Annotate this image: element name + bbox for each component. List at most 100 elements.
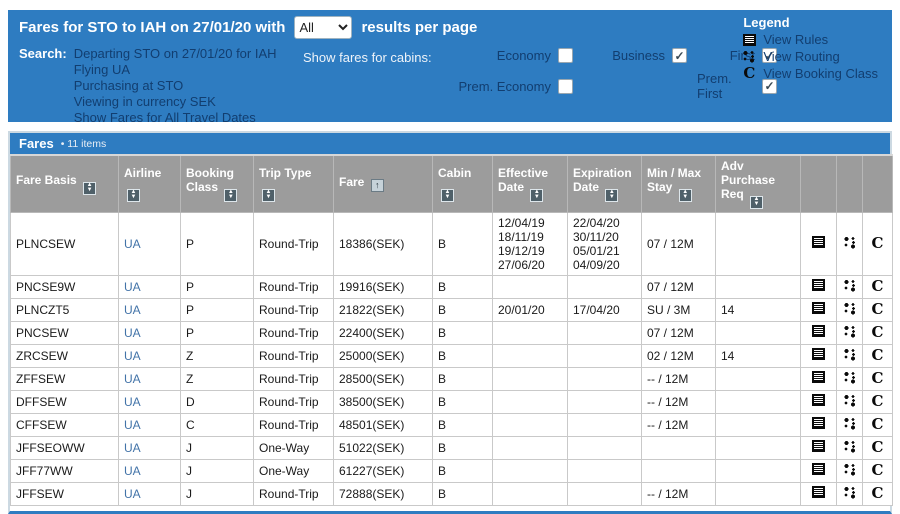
view-booking-class-icon[interactable]: C <box>872 484 884 502</box>
adv-purchase-cell: 14 <box>716 298 801 321</box>
booking-class-cell: C <box>181 413 254 436</box>
fare-amount-cell: 51022(SEK) <box>334 436 433 459</box>
fare-basis-cell: ZRCSEW <box>11 344 119 367</box>
cabin-cell-value: B <box>433 321 493 344</box>
view-booking-class-icon[interactable]: C <box>872 438 884 456</box>
view-booking-class-cell: C <box>863 390 893 413</box>
airline-link[interactable]: UA <box>124 326 141 340</box>
sort-icon[interactable]: ▲▼ <box>530 189 543 202</box>
legend-item-label: View Booking Class <box>763 66 878 81</box>
view-routing-cell <box>837 459 863 482</box>
column-header-min-max-stay[interactable]: Min / Max Stay ▲▼ <box>642 155 716 212</box>
view-booking-class-icon[interactable]: C <box>872 234 884 252</box>
airline-cell: UA <box>119 321 181 344</box>
view-rules-icon[interactable] <box>812 440 825 452</box>
view-routing-icon[interactable] <box>843 325 857 338</box>
view-rules-icon[interactable] <box>812 463 825 475</box>
airline-link[interactable]: UA <box>124 237 141 251</box>
column-header-effective-date[interactable]: Effective Date ▲▼ <box>493 155 568 212</box>
search-summary-line: Purchasing at STO <box>74 78 277 94</box>
view-rules-icon[interactable] <box>812 371 825 383</box>
min-max-stay-cell: 07 / 12M <box>642 275 716 298</box>
cabin-checkbox-business[interactable]: ✓ <box>672 48 687 63</box>
airline-link[interactable]: UA <box>124 303 141 317</box>
view-routing-icon[interactable] <box>843 348 857 361</box>
column-header-cabin[interactable]: Cabin ▲▼ <box>433 155 493 212</box>
view-booking-class-icon[interactable]: C <box>872 346 884 364</box>
fare-row: PLNCSEWUAPRound-Trip18386(SEK)B12/04/19 … <box>11 212 893 275</box>
cabin-checkbox-economy[interactable] <box>558 48 573 63</box>
view-rules-icon[interactable] <box>812 279 825 291</box>
airline-link[interactable]: UA <box>124 441 141 455</box>
view-rules-icon[interactable] <box>812 417 825 429</box>
search-summary-line: Departing STO on 27/01/20 for IAH <box>74 46 277 62</box>
view-routing-icon[interactable] <box>843 394 857 407</box>
sort-icon[interactable]: ▲▼ <box>605 189 618 202</box>
view-routing-icon[interactable] <box>843 302 857 315</box>
effective-date-cell <box>493 275 568 298</box>
sort-asc-icon[interactable]: ↑ <box>371 179 384 192</box>
sort-icon[interactable]: ▲▼ <box>262 189 275 202</box>
airline-link[interactable]: UA <box>124 395 141 409</box>
view-booking-class-icon: C <box>743 67 755 80</box>
view-routing-cell <box>837 413 863 436</box>
view-rules-icon[interactable] <box>812 348 825 360</box>
column-header-fare[interactable]: Fare ↑ <box>334 155 433 212</box>
view-booking-class-icon[interactable]: C <box>872 300 884 318</box>
view-routing-icon[interactable] <box>843 236 857 249</box>
view-routing-icon[interactable] <box>843 371 857 384</box>
sort-icon[interactable]: ▲▼ <box>83 182 96 195</box>
column-header-airline[interactable]: Airline ▲▼ <box>119 155 181 212</box>
airline-link[interactable]: UA <box>124 487 141 501</box>
sort-icon[interactable]: ▲▼ <box>224 189 237 202</box>
column-header-fare-basis[interactable]: Fare Basis ▲▼ <box>11 155 119 212</box>
view-rules-icon[interactable] <box>812 302 825 314</box>
view-booking-class-icon[interactable]: C <box>872 369 884 387</box>
airline-link[interactable]: UA <box>124 349 141 363</box>
view-booking-class-cell: C <box>863 367 893 390</box>
view-rules-cell <box>801 482 837 505</box>
column-header-adv-purchase-req[interactable]: Adv Purchase Req ▲▼ <box>716 155 801 212</box>
column-header-trip-type[interactable]: Trip Type ▲▼ <box>254 155 334 212</box>
view-rules-icon[interactable] <box>812 394 825 406</box>
column-header-booking-class[interactable]: Booking Class ▲▼ <box>181 155 254 212</box>
airline-link[interactable]: UA <box>124 280 141 294</box>
sort-icon[interactable]: ▲▼ <box>750 196 763 209</box>
sort-icon[interactable]: ▲▼ <box>127 189 140 202</box>
airline-link[interactable]: UA <box>124 372 141 386</box>
effective-date-cell: 12/04/19 18/11/19 19/12/19 27/06/20 <box>493 212 568 275</box>
view-rules-cell <box>801 344 837 367</box>
cabin-checkbox-prem-economy[interactable] <box>558 79 573 94</box>
airline-cell: UA <box>119 298 181 321</box>
sort-icon[interactable]: ▲▼ <box>679 189 692 202</box>
expiration-date-cell <box>568 275 642 298</box>
fares-items-count: • 11 items <box>61 138 107 150</box>
airline-cell: UA <box>119 436 181 459</box>
booking-class-cell: J <box>181 482 254 505</box>
view-rules-cell <box>801 367 837 390</box>
view-booking-class-icon[interactable]: C <box>872 392 884 410</box>
view-booking-class-icon[interactable]: C <box>872 323 884 341</box>
view-routing-icon[interactable] <box>843 440 857 453</box>
view-booking-class-icon[interactable]: C <box>872 461 884 479</box>
column-header-expiration-date[interactable]: Expiration Date ▲▼ <box>568 155 642 212</box>
view-routing-icon[interactable] <box>843 417 857 430</box>
adv-purchase-cell <box>716 459 801 482</box>
view-rules-icon[interactable] <box>812 486 825 498</box>
view-routing-icon[interactable] <box>843 463 857 476</box>
airline-link[interactable]: UA <box>124 464 141 478</box>
view-routing-icon[interactable] <box>843 279 857 292</box>
view-booking-class-cell: C <box>863 321 893 344</box>
effective-date-cell <box>493 459 568 482</box>
fares-section-title: Fares <box>19 136 54 151</box>
view-routing-cell <box>837 344 863 367</box>
view-rules-icon[interactable] <box>812 236 825 248</box>
view-booking-class-icon[interactable]: C <box>872 415 884 433</box>
results-per-page-select[interactable]: All <box>294 16 352 39</box>
airline-link[interactable]: UA <box>124 418 141 432</box>
view-routing-icon[interactable] <box>843 486 857 499</box>
cabin-cell-value: B <box>433 459 493 482</box>
view-rules-icon[interactable] <box>812 325 825 337</box>
sort-icon[interactable]: ▲▼ <box>441 189 454 202</box>
view-booking-class-icon[interactable]: C <box>872 277 884 295</box>
